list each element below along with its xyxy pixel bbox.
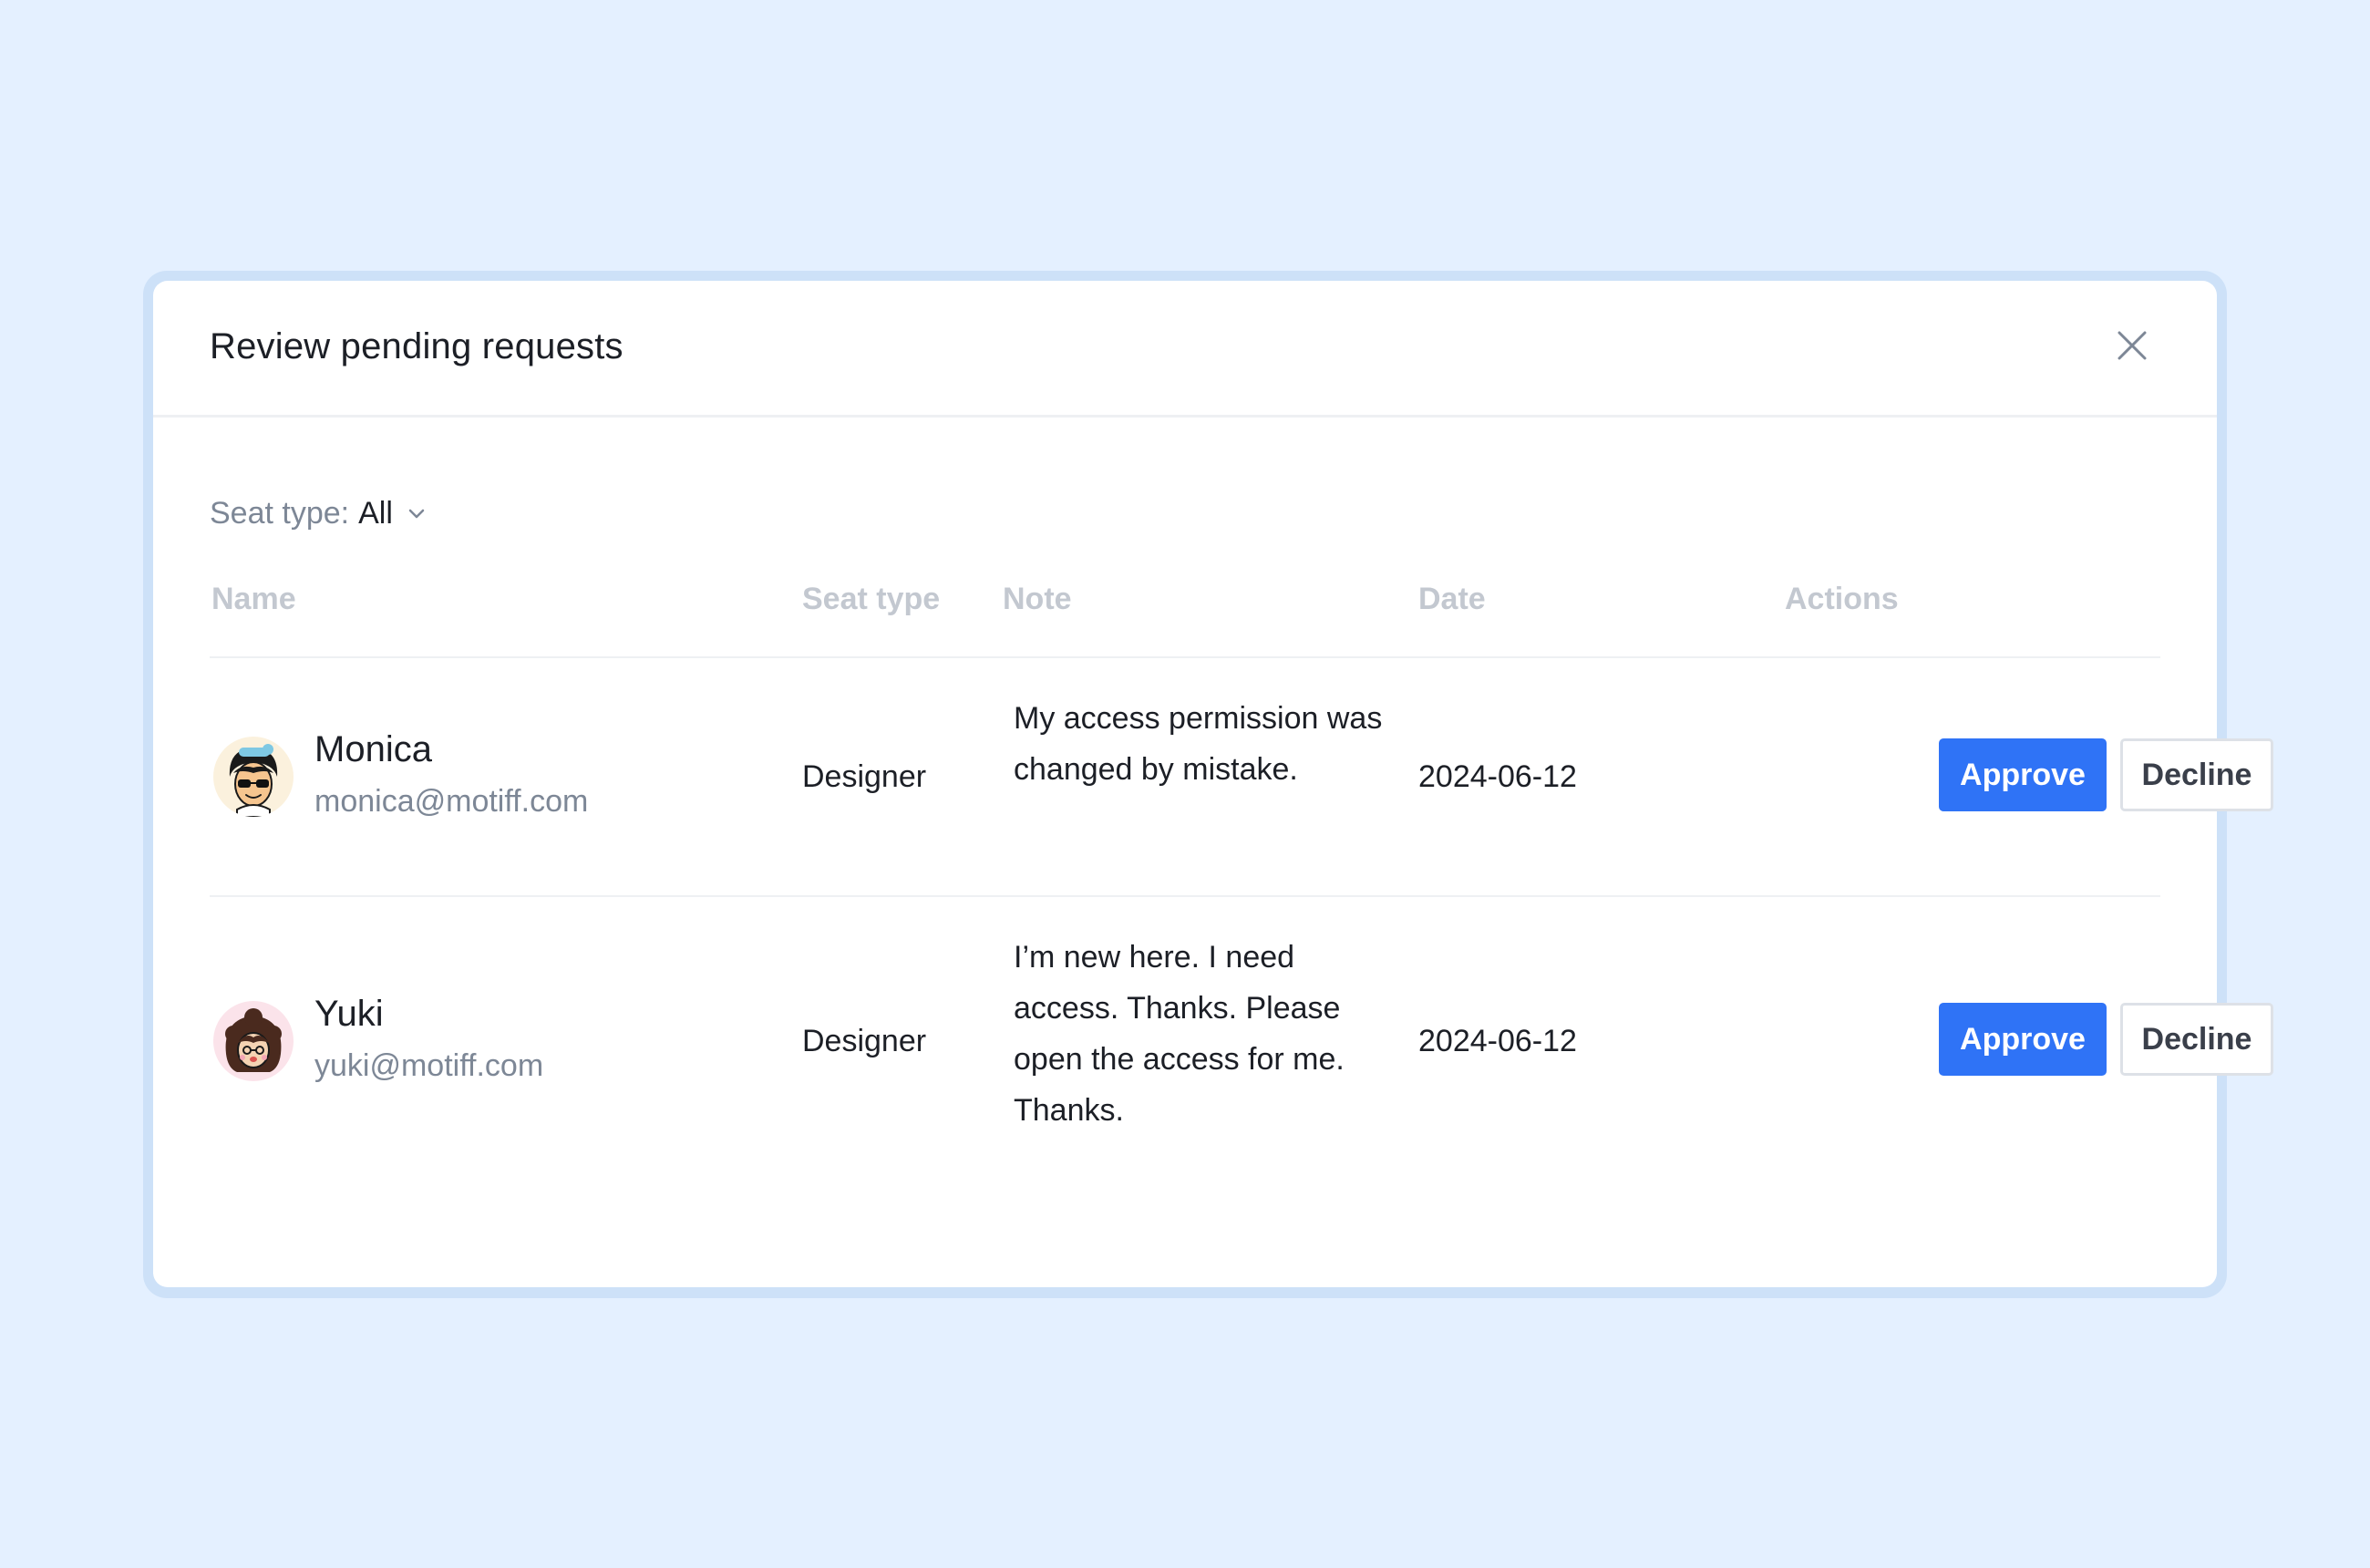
user-email: monica@motiff.com <box>314 784 589 819</box>
column-header-seat-type: Seat type <box>802 582 941 616</box>
avatar-monica-icon <box>213 737 294 817</box>
seat-type-cell: Designer <box>802 759 927 794</box>
approve-button[interactable]: Approve <box>1939 1003 2107 1076</box>
column-header-name: Name <box>211 582 296 616</box>
close-icon <box>2118 331 2147 360</box>
approve-button[interactable]: Approve <box>1939 738 2107 811</box>
table-row: Yuki yuki@motiff.com Designer I’m new he… <box>210 897 2273 1171</box>
date-cell: 2024-06-12 <box>1418 1024 1577 1058</box>
seat-type-filter-value: All <box>358 495 393 531</box>
avatar-yuki-icon <box>213 1001 294 1081</box>
dialog-title: Review pending requests <box>210 326 623 366</box>
note-cell: My access permission was changed by mist… <box>1014 701 1383 787</box>
user-email: yuki@motiff.com <box>314 1048 544 1083</box>
seat-type-filter-label: Seat type: <box>210 495 350 531</box>
user-name: Monica <box>314 729 432 769</box>
close-button[interactable] <box>2114 327 2150 364</box>
table-row: Monica monica@motiff.com Designer My acc… <box>210 658 2273 897</box>
review-requests-dialog: Review pending requests Seat type: All N… <box>153 281 2273 1287</box>
date-cell: 2024-06-12 <box>1418 759 1577 794</box>
dialog-header: Review pending requests <box>153 281 2217 418</box>
decline-button[interactable]: Decline <box>2120 738 2273 811</box>
seat-type-cell: Designer <box>802 1024 927 1058</box>
column-header-actions: Actions <box>1785 582 1899 616</box>
column-header-date: Date <box>1418 582 1486 616</box>
user-name: Yuki <box>314 994 384 1034</box>
note-cell: I’m new here. I need access. Thanks. Ple… <box>1014 940 1345 1128</box>
decline-button[interactable]: Decline <box>2120 1003 2273 1076</box>
seat-type-filter[interactable]: Seat type: All <box>210 490 426 536</box>
chevron-down-icon <box>408 509 425 519</box>
column-header-note: Note <box>1003 582 1072 616</box>
